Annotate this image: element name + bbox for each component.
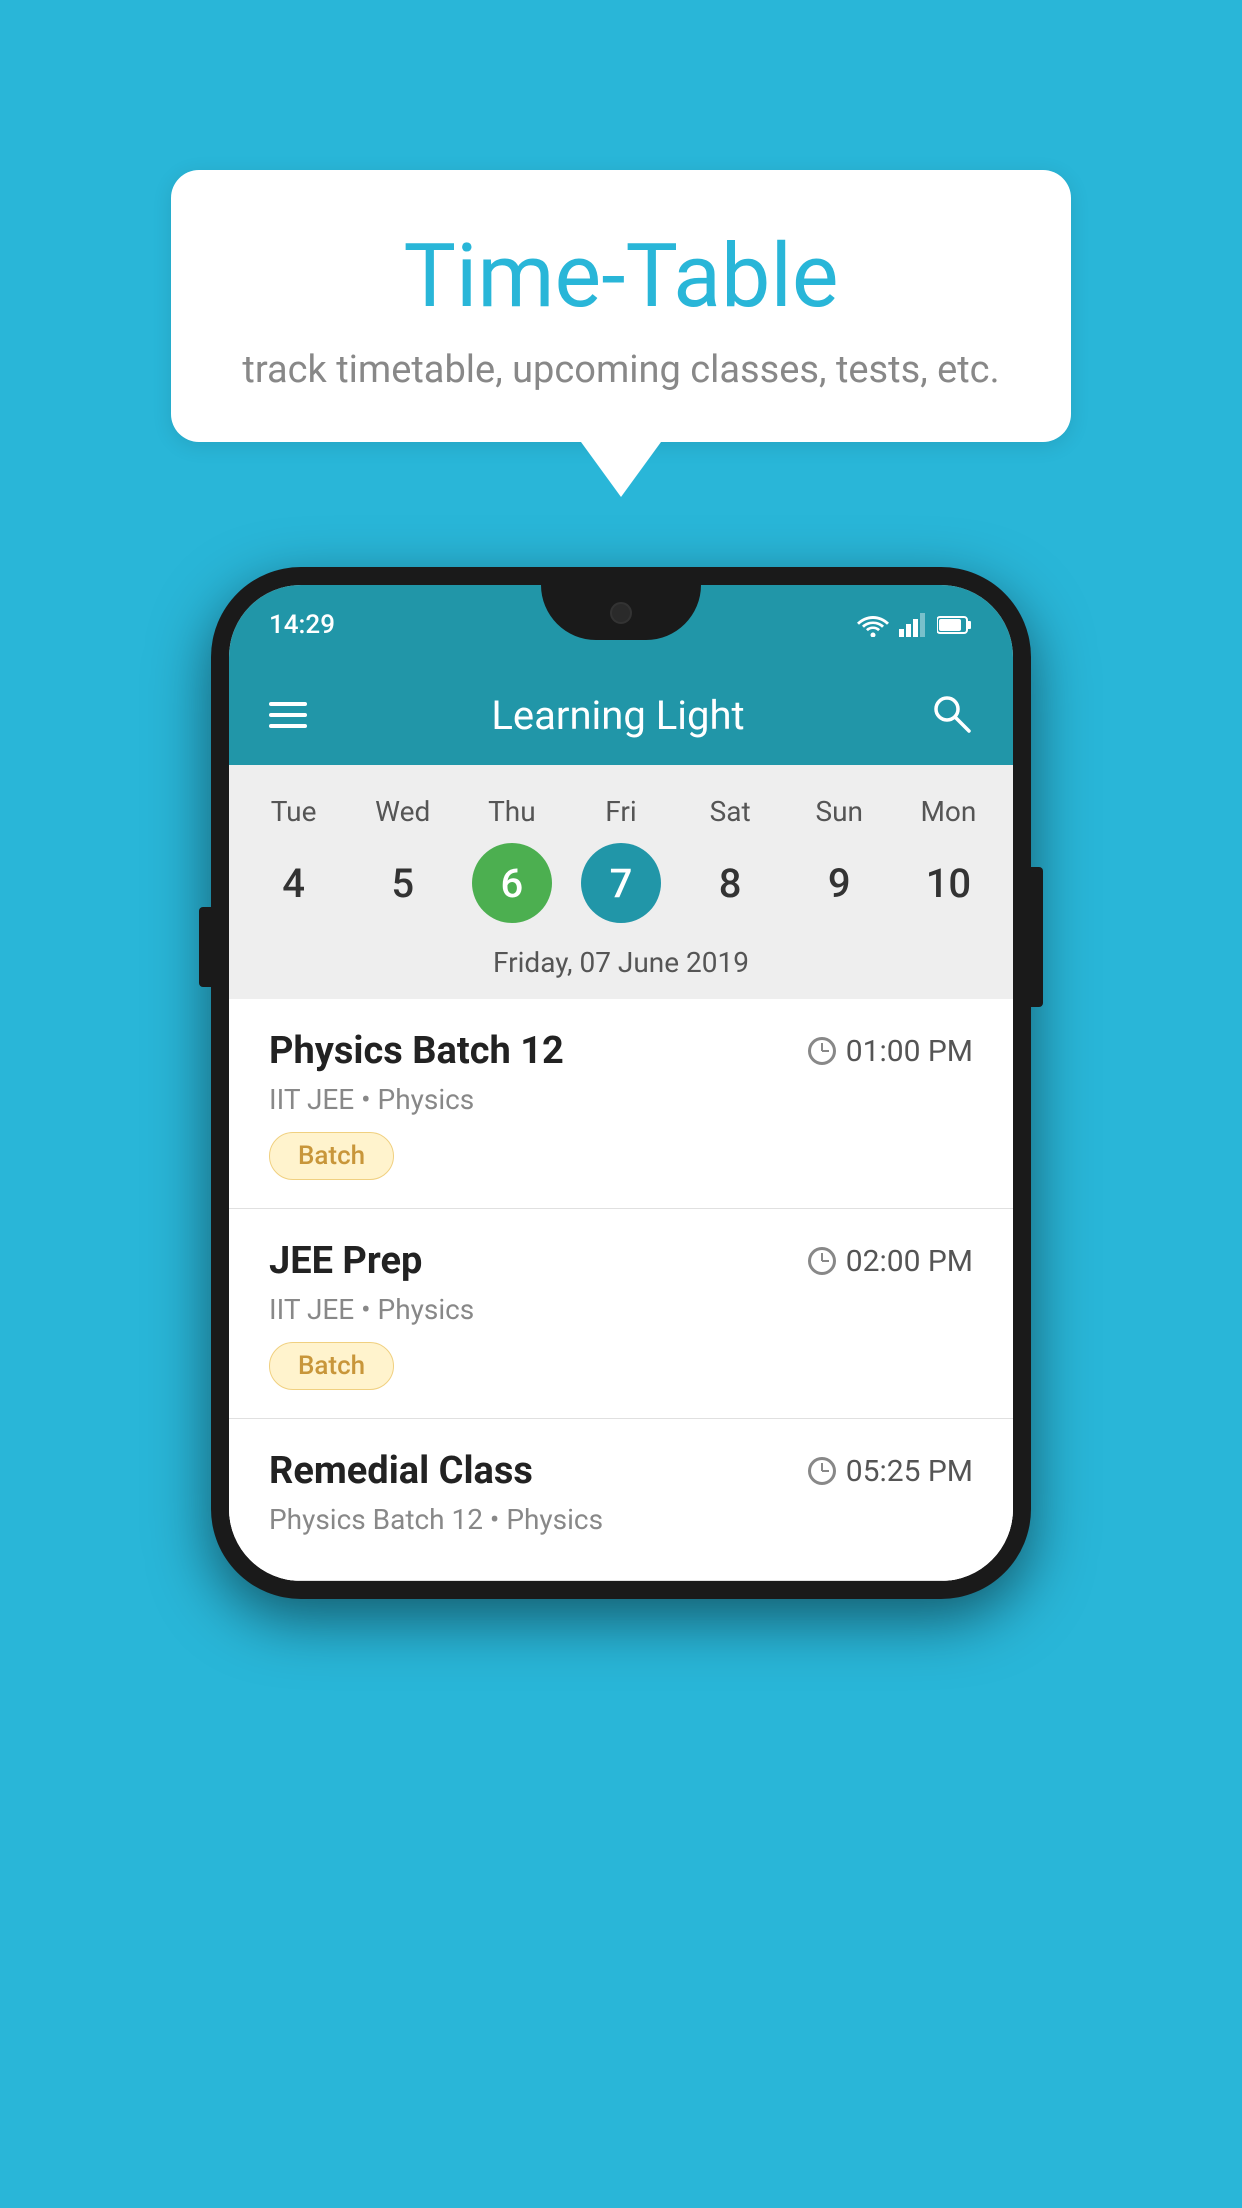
batch-badge-1: Batch: [269, 1132, 394, 1180]
status-time: 14:29: [269, 610, 335, 640]
schedule-item-2-sub: IIT JEE • Physics: [269, 1293, 973, 1326]
schedule-item-2-time: 02:00 PM: [808, 1244, 973, 1279]
schedule-item-3[interactable]: Remedial Class 05:25 PM Physics Batch 12…: [229, 1419, 1013, 1581]
schedule-item-3-sub: Physics Batch 12 • Physics: [269, 1503, 973, 1536]
schedule-item-3-time: 05:25 PM: [808, 1454, 973, 1489]
schedule-item-2[interactable]: JEE Prep 02:00 PM IIT JEE • Physics Batc…: [229, 1209, 1013, 1419]
clock-icon-2: [808, 1247, 836, 1275]
day-wed: Wed: [348, 795, 457, 828]
search-icon[interactable]: [929, 691, 973, 739]
clock-icon-1: [808, 1037, 836, 1065]
calendar-section: Tue Wed Thu Fri Sat Sun Mon 4 5 6 7 8 9 …: [229, 765, 1013, 999]
calendar-days-header: Tue Wed Thu Fri Sat Sun Mon: [229, 785, 1013, 833]
battery-icon: [937, 615, 973, 635]
speech-bubble-arrow: [581, 442, 661, 497]
phone-outer: 14:29: [211, 567, 1031, 1599]
speech-bubble-subtitle: track timetable, upcoming classes, tests…: [231, 348, 1011, 392]
day-sat: Sat: [676, 795, 785, 828]
phone-container: 14:29: [211, 567, 1031, 1599]
day-mon: Mon: [894, 795, 1003, 828]
menu-icon[interactable]: [269, 702, 307, 728]
speech-bubble: Time-Table track timetable, upcoming cla…: [171, 170, 1071, 442]
camera-dot: [610, 602, 632, 624]
date-6-today[interactable]: 6: [472, 843, 552, 923]
schedule-item-2-top: JEE Prep 02:00 PM: [269, 1239, 973, 1283]
date-9[interactable]: 9: [785, 843, 894, 923]
wifi-icon: [857, 613, 889, 637]
schedule-item-1-title: Physics Batch 12: [269, 1029, 564, 1073]
notch: [541, 585, 701, 640]
speech-bubble-title: Time-Table: [231, 225, 1011, 328]
schedule-item-1-time: 01:00 PM: [808, 1034, 973, 1069]
status-icons: [857, 613, 973, 637]
phone-screen: 14:29: [229, 585, 1013, 1581]
schedule-list: Physics Batch 12 01:00 PM IIT JEE • Phys…: [229, 999, 1013, 1581]
app-bar: Learning Light: [229, 665, 1013, 765]
signal-icon: [899, 613, 927, 637]
date-5[interactable]: 5: [348, 843, 457, 923]
calendar-dates: 4 5 6 7 8 9 10: [229, 833, 1013, 938]
schedule-item-3-top: Remedial Class 05:25 PM: [269, 1449, 973, 1493]
schedule-item-2-title: JEE Prep: [269, 1239, 422, 1283]
app-bar-title: Learning Light: [491, 692, 744, 739]
day-sun: Sun: [785, 795, 894, 828]
batch-badge-2: Batch: [269, 1342, 394, 1390]
speech-bubble-container: Time-Table track timetable, upcoming cla…: [171, 170, 1071, 497]
schedule-item-1-sub: IIT JEE • Physics: [269, 1083, 973, 1116]
date-7-selected[interactable]: 7: [581, 843, 661, 923]
schedule-item-1-top: Physics Batch 12 01:00 PM: [269, 1029, 973, 1073]
day-tue: Tue: [239, 795, 348, 828]
day-thu: Thu: [457, 795, 566, 828]
schedule-item-3-title: Remedial Class: [269, 1449, 533, 1493]
clock-icon-3: [808, 1457, 836, 1485]
status-bar: 14:29: [229, 585, 1013, 665]
date-10[interactable]: 10: [894, 843, 1003, 923]
day-fri: Fri: [566, 795, 675, 828]
schedule-item-1[interactable]: Physics Batch 12 01:00 PM IIT JEE • Phys…: [229, 999, 1013, 1209]
date-4[interactable]: 4: [239, 843, 348, 923]
date-8[interactable]: 8: [676, 843, 785, 923]
selected-date-label: Friday, 07 June 2019: [229, 938, 1013, 999]
